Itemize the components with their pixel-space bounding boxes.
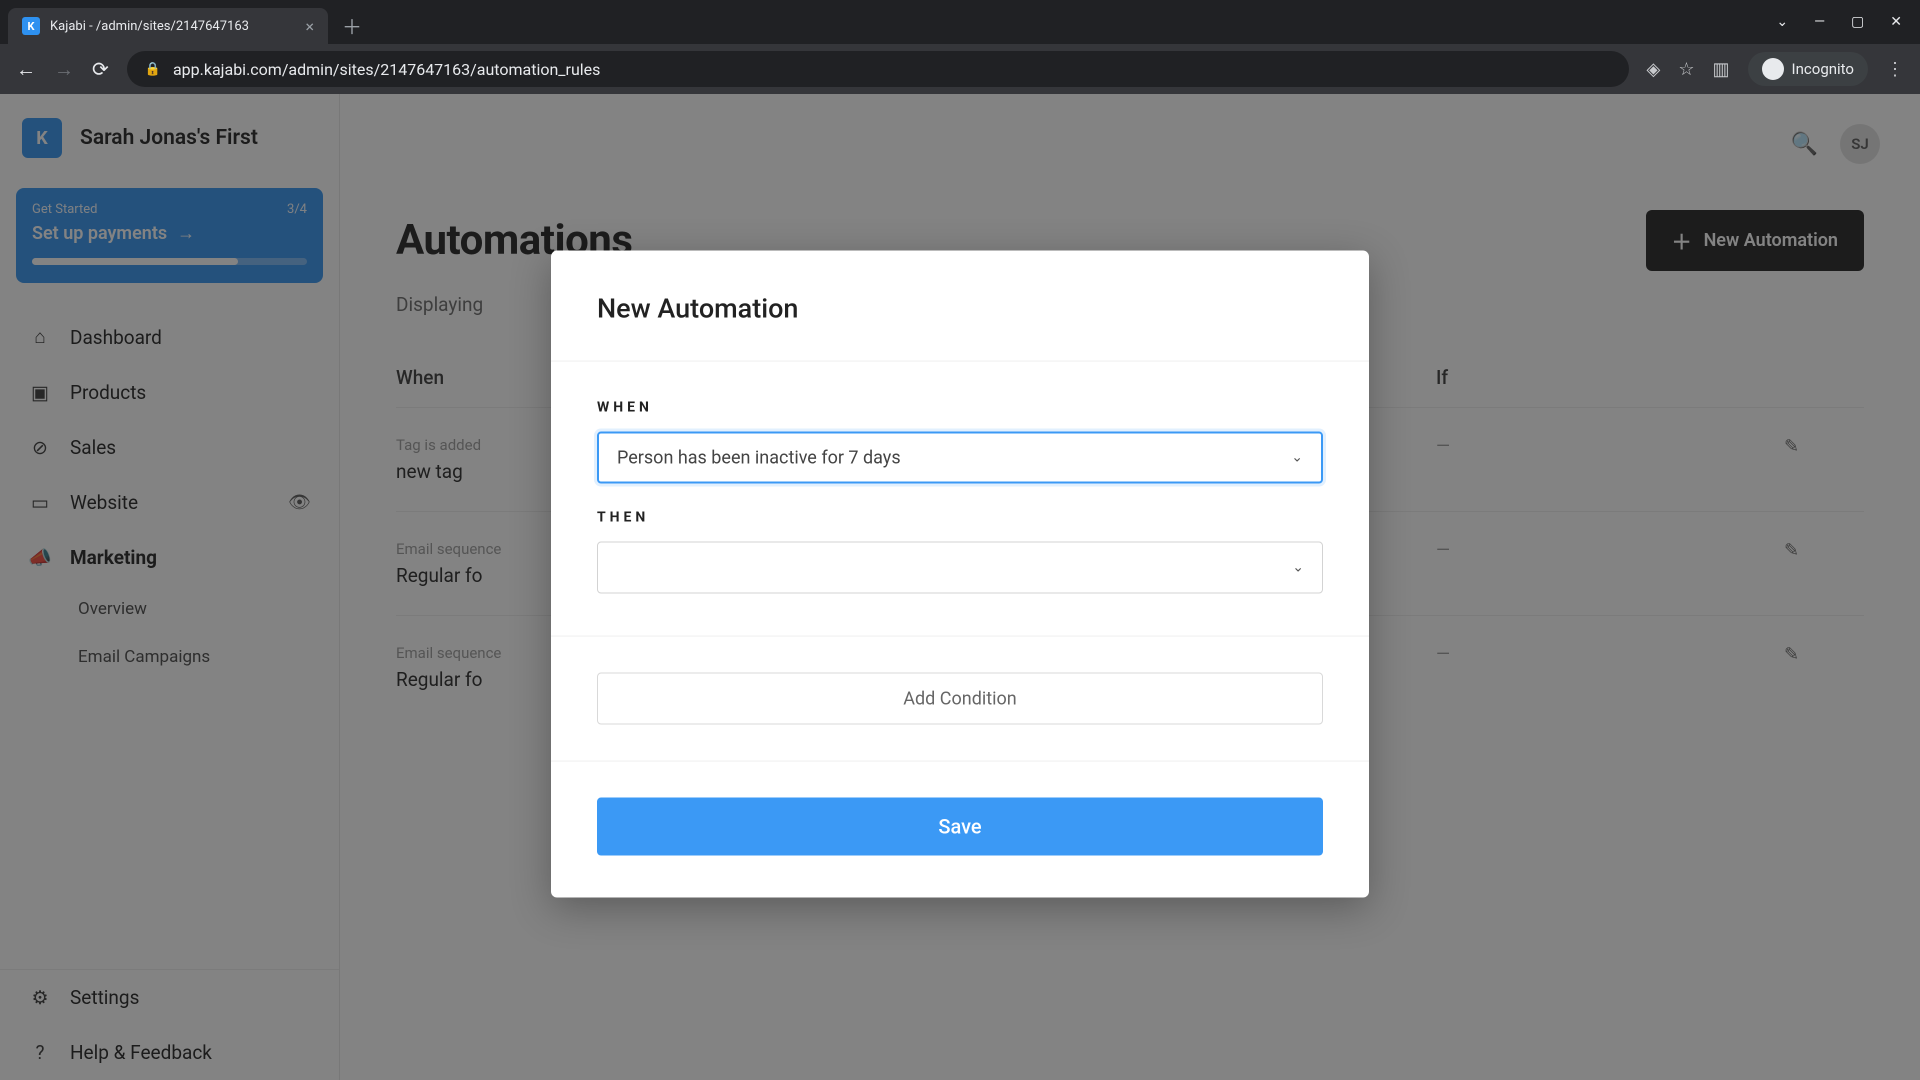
bookmark-star-icon[interactable]: ☆ — [1678, 59, 1694, 80]
reload-icon[interactable]: ⟳ — [92, 57, 109, 81]
tabs-dropdown-icon[interactable]: ⌄ — [1776, 14, 1788, 30]
new-tab-button[interactable]: ＋ — [342, 11, 362, 40]
site-favicon: K — [22, 17, 40, 35]
browser-tab-strip: K Kajabi - /admin/sites/2147647163 × ＋ ⌄… — [0, 0, 1920, 44]
extensions-icon[interactable]: ▥ — [1713, 59, 1730, 80]
back-icon[interactable]: ← — [16, 57, 36, 82]
incognito-label: Incognito — [1792, 60, 1854, 78]
add-condition-button[interactable]: Add Condition — [597, 673, 1323, 725]
modal-title: New Automation — [597, 293, 1323, 325]
maximize-icon[interactable]: ▢ — [1851, 14, 1864, 30]
close-window-icon[interactable]: ✕ — [1890, 14, 1902, 30]
when-select-value: Person has been inactive for 7 days — [617, 447, 901, 468]
browser-tab[interactable]: K Kajabi - /admin/sites/2147647163 × — [8, 8, 328, 44]
close-tab-icon[interactable]: × — [305, 17, 314, 36]
new-automation-modal: New Automation WHEN Person has been inac… — [551, 251, 1369, 898]
chevron-down-icon: ⌄ — [1291, 450, 1303, 466]
url-field[interactable]: 🔒 app.kajabi.com/admin/sites/2147647163/… — [127, 51, 1629, 87]
incognito-icon: 🕶 — [1762, 58, 1784, 80]
window-controls: ⌄ — ▢ ✕ — [1776, 14, 1912, 30]
when-label: WHEN — [597, 400, 1323, 416]
kebab-menu-icon[interactable]: ⋮ — [1886, 59, 1904, 80]
tab-title: Kajabi - /admin/sites/2147647163 — [50, 19, 295, 34]
then-label: THEN — [597, 510, 1323, 526]
then-select[interactable]: ⌄ — [597, 542, 1323, 594]
minimize-icon[interactable]: — — [1814, 14, 1825, 30]
incognito-badge[interactable]: 🕶 Incognito — [1748, 52, 1868, 86]
save-button[interactable]: Save — [597, 798, 1323, 856]
chevron-down-icon: ⌄ — [1292, 560, 1304, 576]
when-select[interactable]: Person has been inactive for 7 days ⌄ — [597, 432, 1323, 484]
app-viewport: K Sarah Jonas's First Get Started 3/4 Se… — [0, 94, 1920, 1080]
address-bar: ← → ⟳ 🔒 app.kajabi.com/admin/sites/21476… — [0, 44, 1920, 94]
lock-icon: 🔒 — [145, 62, 161, 77]
forward-icon[interactable]: → — [54, 57, 74, 82]
tracking-icon[interactable]: ◈ — [1647, 59, 1661, 80]
url-text: app.kajabi.com/admin/sites/2147647163/au… — [173, 60, 600, 79]
